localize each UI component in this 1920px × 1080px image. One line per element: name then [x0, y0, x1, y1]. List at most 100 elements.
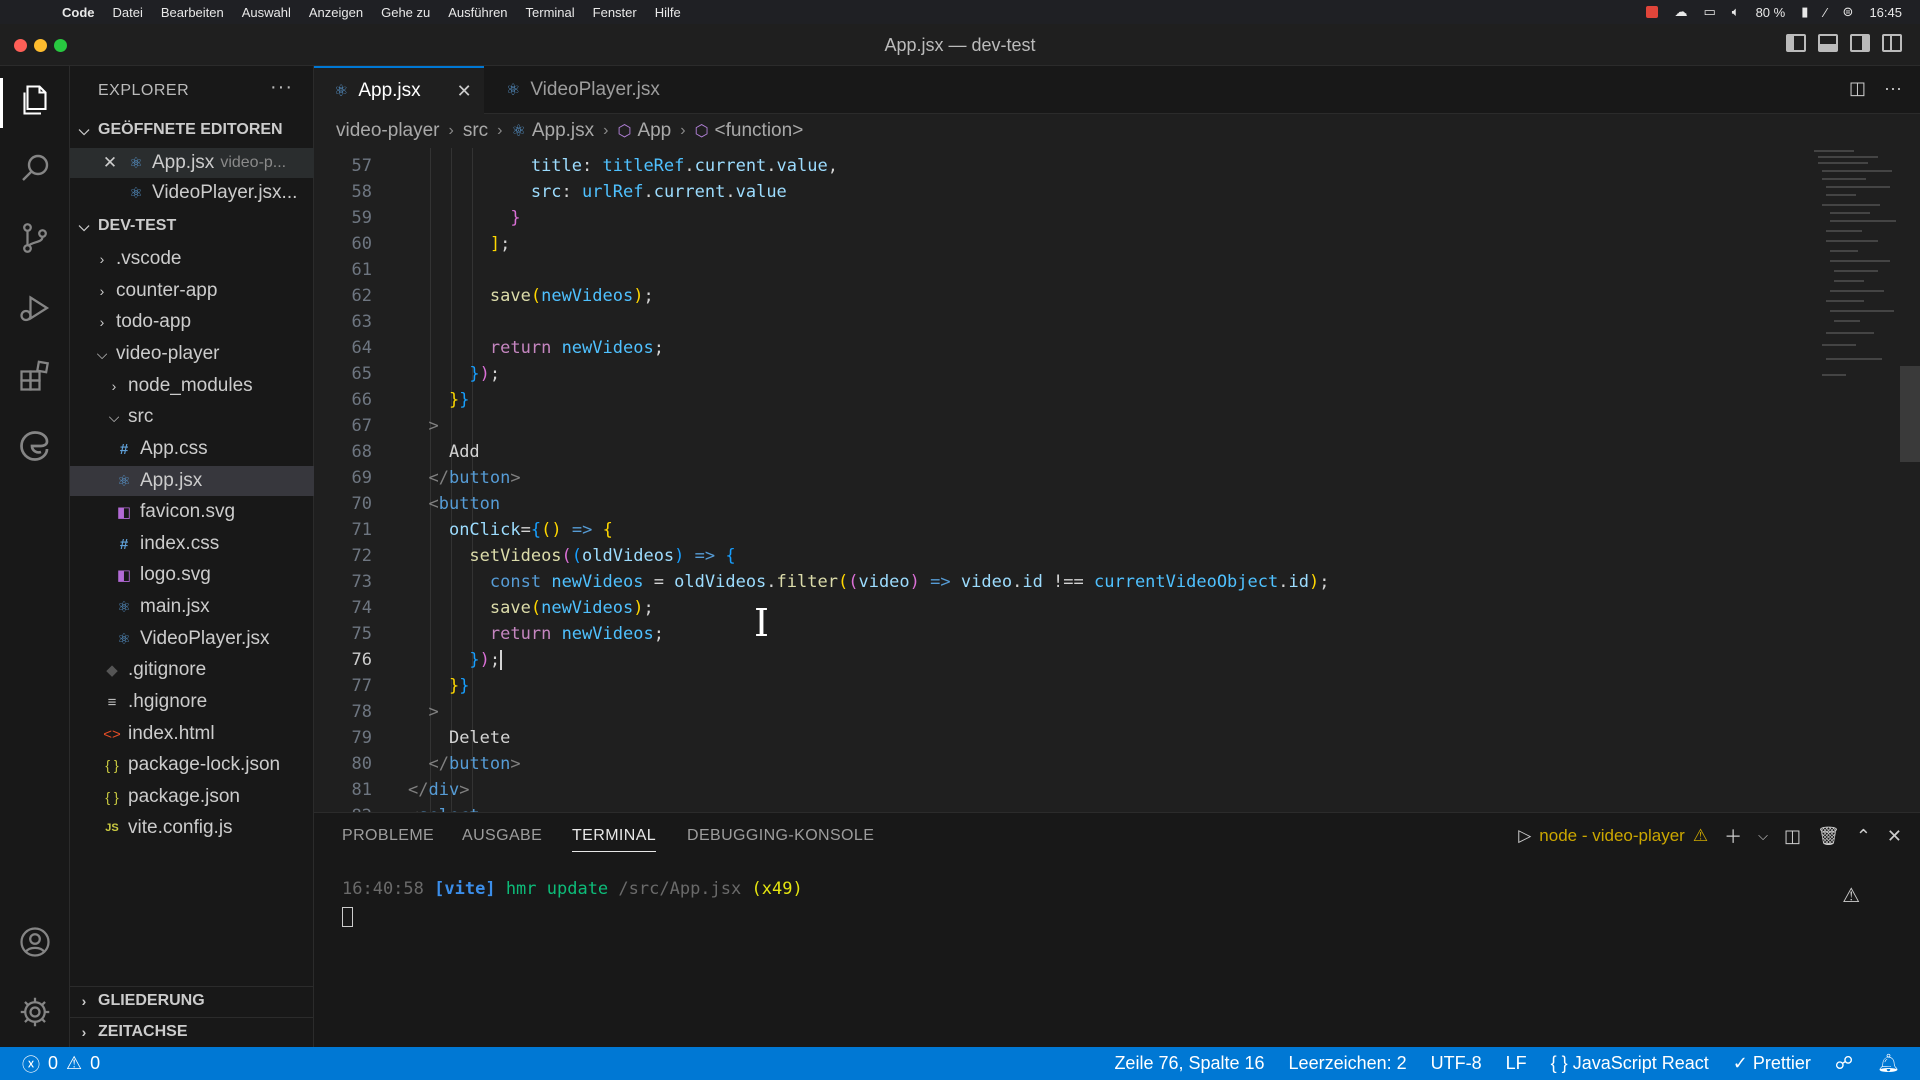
customize-layout-icon[interactable]: [1882, 34, 1902, 52]
menu-gehe-zu[interactable]: Gehe zu: [381, 5, 430, 20]
terminal-prompt[interactable]: [342, 907, 353, 927]
split-editor-icon[interactable]: ◫: [1849, 78, 1866, 99]
panel-tab-terminal[interactable]: TERMINAL: [572, 827, 657, 852]
toggle-secondary-sidebar-icon[interactable]: [1850, 34, 1870, 52]
tree-file-package-lock-json[interactable]: { } package-lock.json: [70, 750, 314, 780]
tree-folder-todo-app[interactable]: › todo-app: [70, 307, 314, 337]
close-icon[interactable]: ✕: [1887, 826, 1902, 847]
menu-bar-status-area: ☁ ▭ 🔈︎ 80 % ▮ ⁄ ⊜ 16:45: [1646, 0, 1902, 24]
tree-label: App.css: [140, 438, 208, 459]
menu-bar-clock[interactable]: 16:45: [1869, 5, 1902, 20]
menu-terminal[interactable]: Terminal: [526, 5, 575, 20]
terminal-output-line: 16:40:58 [vite] hmr update /src/App.jsx …: [342, 879, 803, 899]
source-control-icon[interactable]: [15, 218, 55, 258]
extensions-icon[interactable]: [15, 356, 55, 396]
menu-auswahl[interactable]: Auswahl: [242, 5, 291, 20]
tree-file-videoplayer-jsx[interactable]: ⚛ VideoPlayer.jsx: [70, 624, 314, 654]
settings-gear-icon[interactable]: [15, 992, 55, 1032]
display-icon[interactable]: ▭: [1703, 4, 1715, 20]
line-number: 60: [351, 234, 372, 254]
editor-scrollbar-thumb[interactable]: [1900, 366, 1920, 462]
trash-icon[interactable]: 🗑︎: [1817, 826, 1840, 847]
timeline-header[interactable]: › ZEITACHSE: [70, 1017, 314, 1045]
tree-folder-vscode[interactable]: › .vscode: [70, 244, 314, 274]
open-editor-videoplayer-jsx[interactable]: ⚛ VideoPlayer.jsx...: [70, 178, 314, 208]
tree-file-index-html[interactable]: <> index.html: [70, 719, 314, 749]
cursor-position[interactable]: Zeile 76, Spalte 16: [1114, 1053, 1264, 1074]
workspace-header[interactable]: ⌵ DEV-TEST: [70, 212, 314, 240]
toggle-panel-icon[interactable]: [1818, 34, 1838, 52]
outline-header[interactable]: › GLIEDERUNG: [70, 986, 314, 1014]
panel-tab-output[interactable]: AUSGABE: [462, 827, 542, 845]
breadcrumb-item[interactable]: App.jsx: [532, 120, 594, 142]
breadcrumb-item[interactable]: <function>: [715, 120, 804, 142]
minimap[interactable]: [1810, 148, 1900, 448]
wifi-off-icon[interactable]: ⁄: [1824, 5, 1826, 20]
tree-file-vite-config-js[interactable]: JS vite.config.js: [70, 813, 314, 843]
menu-fenster[interactable]: Fenster: [593, 5, 637, 20]
explorer-more-actions[interactable]: ···: [270, 76, 293, 99]
tree-folder-src[interactable]: ⌵ src: [70, 402, 314, 432]
tree-file-logo-svg[interactable]: ◧ logo.svg: [70, 560, 314, 590]
breadcrumb-item[interactable]: video-player: [336, 120, 440, 142]
edge-icon[interactable]: [15, 426, 55, 466]
menu-bearbeiten[interactable]: Bearbeiten: [161, 5, 224, 20]
tree-folder-video-player[interactable]: ⌵ video-player: [70, 339, 314, 369]
chevron-down-icon[interactable]: ⌵: [1758, 828, 1768, 844]
line-number: 64: [351, 338, 372, 358]
breadcrumb-item[interactable]: src: [463, 120, 488, 142]
screen-recording-icon[interactable]: [1646, 6, 1659, 18]
feedback-icon[interactable]: ☍: [1835, 1053, 1853, 1074]
maximize-panel-icon[interactable]: ⌃: [1856, 826, 1871, 847]
warning-icon[interactable]: ⚠: [1842, 883, 1860, 908]
tree-file-package-json[interactable]: { } package.json: [70, 782, 314, 812]
open-editor-app-jsx[interactable]: ✕ ⚛ App.jsx video-p...: [70, 148, 314, 178]
tree-folder-counter-app[interactable]: › counter-app: [70, 276, 314, 306]
volume-icon[interactable]: 🔈︎: [1732, 4, 1740, 20]
battery-icon[interactable]: ▮: [1801, 4, 1808, 20]
terminal-selector[interactable]: ▷ node - video-player ⚠: [1518, 826, 1708, 846]
prettier-status[interactable]: ✓ Prettier: [1733, 1053, 1811, 1074]
panel-tab-debug-console[interactable]: DEBUGGING-KONSOLE: [687, 827, 874, 845]
tree-file-hgignore[interactable]: ≡ .hgignore: [70, 687, 314, 717]
close-icon[interactable]: ✕: [102, 153, 118, 173]
tree-file-gitignore[interactable]: ◆ .gitignore: [70, 655, 314, 685]
code-editor[interactable]: 57 58 59 60 61 62 63 64 65 66 67 68 69 7…: [314, 148, 1920, 812]
terminal-timestamp: 16:40:58: [342, 879, 424, 899]
indentation[interactable]: Leerzeichen: 2: [1289, 1053, 1407, 1074]
menu-hilfe[interactable]: Hilfe: [655, 5, 681, 20]
tree-file-favicon-svg[interactable]: ◧ favicon.svg: [70, 497, 314, 527]
tree-file-app-jsx[interactable]: ⚛ App.jsx: [70, 466, 314, 496]
line-number: 73: [351, 572, 372, 592]
close-icon[interactable]: ✕: [457, 81, 472, 102]
end-of-line[interactable]: LF: [1506, 1053, 1527, 1074]
tree-file-app-css[interactable]: # App.css: [70, 434, 314, 464]
tab-app-jsx[interactable]: ⚛ App.jsx ✕: [314, 66, 484, 114]
cloud-icon[interactable]: ☁: [1674, 4, 1687, 20]
files-icon[interactable]: [15, 80, 55, 120]
tab-videoplayer-jsx[interactable]: ⚛ VideoPlayer.jsx: [486, 66, 686, 114]
menu-datei[interactable]: Datei: [113, 5, 143, 20]
notifications-bell-icon[interactable]: 🔔︎: [1877, 1053, 1900, 1074]
problems-status[interactable]: ⓧ 0 ⚠ 0: [22, 1051, 100, 1077]
tree-file-main-jsx[interactable]: ⚛ main.jsx: [70, 592, 314, 622]
menu-anzeigen[interactable]: Anzeigen: [309, 5, 363, 20]
more-actions-icon[interactable]: ···: [1884, 78, 1902, 99]
account-icon[interactable]: [15, 922, 55, 962]
control-center-icon[interactable]: ⊜: [1843, 4, 1854, 20]
search-icon[interactable]: [15, 148, 55, 188]
open-editors-header[interactable]: ⌵ GEÖFFNETE EDITOREN: [70, 116, 314, 144]
run-debug-icon[interactable]: [15, 288, 55, 328]
menu-code[interactable]: Code: [62, 5, 95, 20]
split-terminal-icon[interactable]: ◫: [1784, 826, 1801, 847]
react-file-icon: ⚛: [117, 631, 131, 648]
breadcrumb-item[interactable]: App: [637, 120, 671, 142]
panel-tab-problems[interactable]: PROBLEME: [342, 827, 434, 845]
language-mode[interactable]: { } JavaScript React: [1551, 1053, 1709, 1074]
menu-ausfuehren[interactable]: Ausführen: [448, 5, 507, 20]
toggle-primary-sidebar-icon[interactable]: [1786, 34, 1806, 52]
tree-file-index-css[interactable]: # index.css: [70, 529, 314, 559]
new-terminal-icon[interactable]: ＋: [1724, 823, 1742, 849]
encoding[interactable]: UTF-8: [1431, 1053, 1482, 1074]
tree-folder-node-modules[interactable]: › node_modules: [70, 371, 314, 401]
